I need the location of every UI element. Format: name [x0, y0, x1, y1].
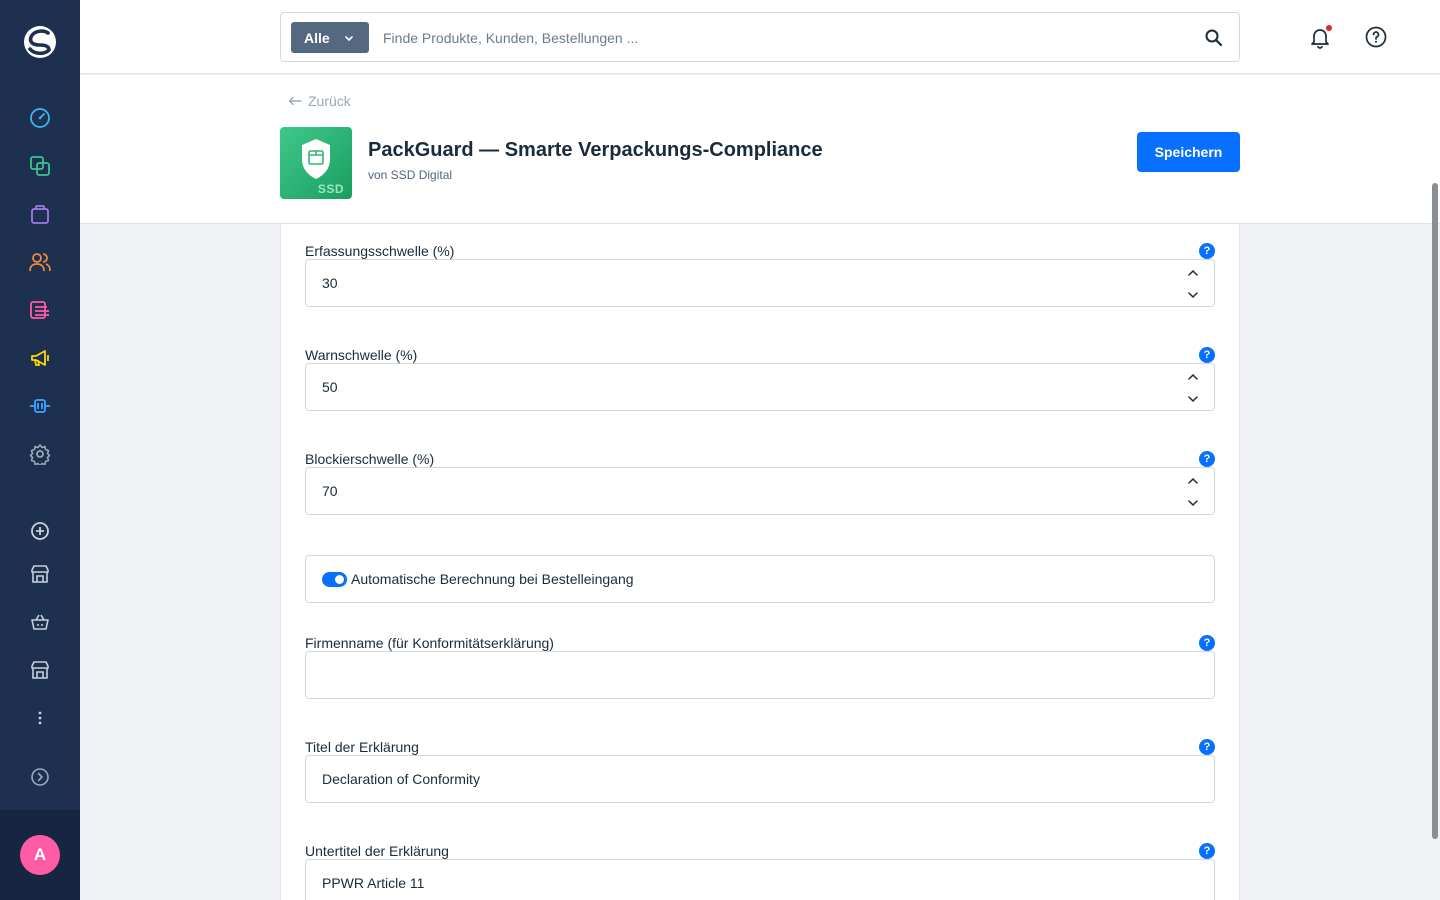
number-input[interactable]: [305, 467, 1215, 515]
auto-calc-switch-field: Automatische Berechnung bei Bestelleinga…: [305, 555, 1215, 603]
shopware-logo-icon[interactable]: [22, 24, 58, 60]
page-scrollbar[interactable]: [1432, 183, 1438, 839]
number-stepper: [1185, 267, 1201, 301]
search-icon[interactable]: [1203, 27, 1225, 49]
company-name-input[interactable]: [305, 651, 1215, 699]
arrow-left-icon: [288, 93, 302, 109]
number-stepper: [1185, 371, 1201, 405]
plugin-config-card: Erfassungsschwelle (%) ? Warnschwelle (%…: [280, 224, 1240, 900]
admin-sidebar: A: [0, 0, 80, 900]
auto-calc-toggle[interactable]: [322, 572, 347, 587]
sidebar-user-area: A: [0, 810, 80, 900]
field-label: Firmenname (für Konformitätserklärung): [305, 635, 554, 651]
field-label: Blockierschwelle (%): [305, 451, 435, 467]
back-link[interactable]: Zurück: [288, 93, 351, 109]
switch-label[interactable]: Automatische Berechnung bei Bestelleinga…: [351, 571, 634, 587]
chevron-down-icon[interactable]: [1185, 497, 1201, 509]
save-button[interactable]: Speichern: [1137, 132, 1240, 172]
marketing-icon[interactable]: [28, 346, 52, 370]
declaration-title-input[interactable]: [305, 755, 1215, 803]
back-label: Zurück: [308, 93, 351, 109]
notification-dot: [1326, 25, 1332, 31]
help-circle-icon[interactable]: [1364, 25, 1388, 49]
search-type-select[interactable]: Alle: [291, 22, 369, 53]
global-search: Alle: [280, 12, 1240, 62]
field-label: Warnschwelle (%): [305, 347, 418, 363]
chevron-down-icon[interactable]: [1185, 289, 1201, 301]
user-avatar[interactable]: A: [20, 835, 60, 875]
extensions-icon[interactable]: [28, 394, 52, 418]
chevron-down-icon[interactable]: [1185, 393, 1201, 405]
field-label: Untertitel der Erklärung: [305, 843, 449, 859]
help-question-icon[interactable]: ?: [1199, 635, 1215, 651]
number-input[interactable]: [305, 363, 1215, 411]
chevron-down-icon: [344, 30, 354, 46]
chevron-up-icon[interactable]: [1185, 371, 1201, 383]
chevron-up-icon[interactable]: [1185, 475, 1201, 487]
settings-gear-icon[interactable]: [28, 442, 52, 466]
declaration-subtitle-input[interactable]: [305, 859, 1215, 900]
app-logo-text: SSD: [317, 182, 344, 196]
more-dots-icon[interactable]: [28, 706, 52, 730]
number-input[interactable]: [305, 259, 1215, 307]
help-question-icon[interactable]: ?: [1199, 739, 1215, 755]
help-question-icon[interactable]: ?: [1199, 347, 1215, 363]
app-logo: SSD: [280, 127, 352, 199]
dashboard-icon[interactable]: [28, 106, 52, 130]
help-question-icon[interactable]: ?: [1199, 451, 1215, 467]
customers-icon[interactable]: [28, 250, 52, 274]
search-input[interactable]: [383, 25, 1183, 51]
catalogues-icon[interactable]: [28, 154, 52, 178]
help-question-icon[interactable]: ?: [1199, 843, 1215, 859]
field-label: Titel der Erklärung: [305, 739, 419, 755]
field-label: Erfassungsschwelle (%): [305, 243, 455, 259]
expand-sidebar-icon[interactable]: [28, 765, 52, 789]
help-question-icon[interactable]: ?: [1199, 243, 1215, 259]
top-header: Alle: [80, 0, 1440, 74]
search-type-label: Alle: [304, 29, 330, 46]
smart-bar: Zurück SSD PackGuard — Smarte Verpackung…: [80, 75, 1440, 224]
storefront-icon[interactable]: [28, 562, 52, 586]
content-icon[interactable]: [28, 298, 52, 322]
app-vendor: von SSD Digital: [368, 168, 453, 182]
basket-icon[interactable]: [28, 610, 52, 634]
chevron-up-icon[interactable]: [1185, 267, 1201, 279]
orders-icon[interactable]: [28, 202, 52, 226]
add-sales-channel-icon[interactable]: [28, 519, 52, 543]
app-title: PackGuard — Smarte Verpackungs-Complianc…: [368, 139, 823, 161]
number-stepper: [1185, 475, 1201, 509]
storefront-icon-2[interactable]: [28, 658, 52, 682]
